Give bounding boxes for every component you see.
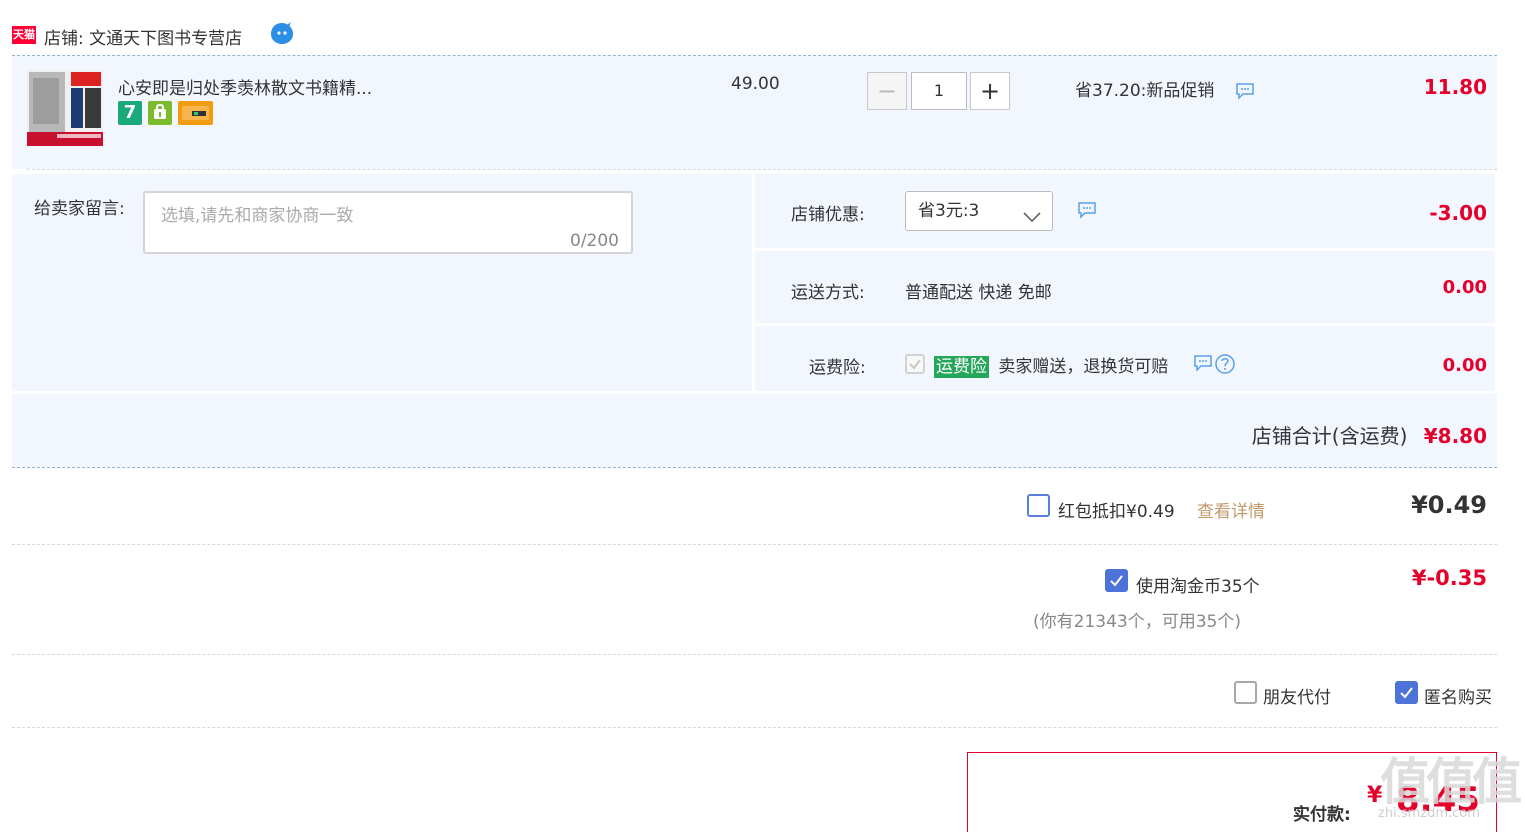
help-icon[interactable] xyxy=(1214,353,1236,380)
quantity-decrease-button[interactable]: − xyxy=(867,72,907,110)
shop-total-label: 店铺合计(含运费) xyxy=(1251,424,1408,448)
chevron-down-icon xyxy=(1022,202,1042,240)
tmall-logo-icon: 天猫 xyxy=(12,26,36,44)
coins-sub: (你有21343个，可用35个) xyxy=(1033,612,1241,632)
message-placeholder: 选填,请先和商家协商一致 xyxy=(161,206,354,226)
discount-select-value: 省3元:3 xyxy=(918,201,980,221)
payment-label: 实付款: xyxy=(1293,805,1351,825)
shop-name[interactable]: 店铺: 文通天下图书专营店 xyxy=(44,24,242,49)
discount-amount: -3.00 xyxy=(1429,201,1487,225)
message-label: 给卖家留言: xyxy=(34,199,125,219)
redpacket-label: 红包抵扣¥0.49 xyxy=(1058,502,1175,522)
anonymous-label: 匿名购买 xyxy=(1424,688,1492,708)
quantity-input[interactable]: 1 xyxy=(911,72,967,110)
comment-icon[interactable] xyxy=(1235,82,1255,105)
guarantee-badge xyxy=(148,101,172,125)
wangwang-chat-icon[interactable] xyxy=(269,22,295,44)
insurance-text: 卖家赠送，退换货可赔 xyxy=(998,357,1169,377)
watermark-url: zhi.smzdm.com xyxy=(1378,806,1480,821)
item-promo-text: 省37.20:新品促销 xyxy=(1075,81,1215,101)
insurance-line: 运费险 卖家赠送，退换货可赔 xyxy=(934,352,1169,378)
item-thumbnail[interactable] xyxy=(27,70,103,146)
insurance-label: 运费险: xyxy=(809,358,866,378)
shipping-amount: 0.00 xyxy=(1442,277,1487,298)
item-subtotal: 11.80 xyxy=(1423,75,1487,99)
divider xyxy=(27,169,1497,170)
coins-amount: ¥-0.35 xyxy=(1411,566,1487,590)
coins-checkbox[interactable] xyxy=(1105,569,1128,592)
quantity-increase-button[interactable]: + xyxy=(970,72,1010,110)
friend-pay-checkbox[interactable] xyxy=(1234,681,1257,704)
check-icon xyxy=(1110,575,1123,587)
shop-total-value: ¥8.80 xyxy=(1423,424,1487,448)
discount-select[interactable]: 省3元:3 xyxy=(905,191,1053,231)
item-row xyxy=(12,56,1497,169)
check-icon xyxy=(909,359,921,370)
credit-card-badge xyxy=(178,101,213,125)
divider xyxy=(12,467,1497,468)
redpacket-details-link[interactable]: 查看详情 xyxy=(1197,497,1265,522)
redpacket-checkbox[interactable] xyxy=(1027,494,1050,517)
unit-price: 49.00 xyxy=(731,74,780,94)
message-counter: 0/200 xyxy=(570,231,619,251)
shop-total: 店铺合计(含运费) ¥8.80 xyxy=(1100,420,1487,449)
coins-label: 使用淘金币35个 xyxy=(1136,577,1260,597)
shipping-value: 普通配送 快递 免邮 xyxy=(905,283,1052,303)
divider xyxy=(12,544,1497,545)
divider xyxy=(12,727,1497,728)
item-title[interactable]: 心安即是归处季羡林散文书籍精... xyxy=(118,74,372,99)
message-textarea[interactable]: 选填,请先和商家协商一致 0/200 xyxy=(143,191,633,254)
divider xyxy=(12,654,1497,655)
redpacket-amount: ¥0.49 xyxy=(1411,491,1487,519)
insurance-checkbox[interactable] xyxy=(905,354,925,374)
check-icon xyxy=(1400,687,1413,699)
comment-icon[interactable] xyxy=(1193,354,1213,377)
watermark-logo: 值值值 xyxy=(1380,753,1522,811)
insurance-tag: 运费险 xyxy=(934,356,989,378)
shipping-label: 运送方式: xyxy=(791,283,865,303)
insurance-amount: 0.00 xyxy=(1442,355,1487,376)
friend-pay-label: 朋友代付 xyxy=(1263,688,1331,708)
seven-day-return-badge: 7 xyxy=(118,101,142,125)
comment-icon[interactable] xyxy=(1077,201,1097,224)
anonymous-checkbox[interactable] xyxy=(1395,681,1418,704)
discount-label: 店铺优惠: xyxy=(791,205,865,225)
